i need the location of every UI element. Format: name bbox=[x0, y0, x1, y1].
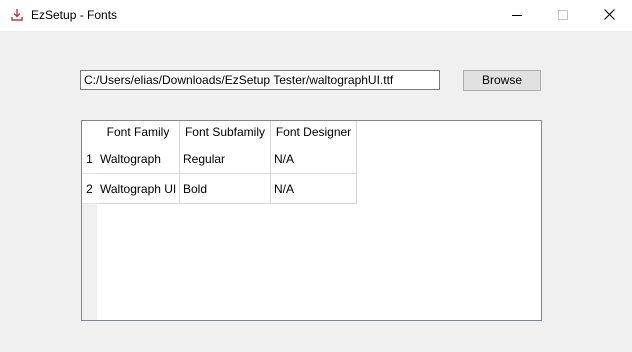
file-path-input[interactable]: C:/Users/elias/Downloads/EzSetup Tester/… bbox=[80, 70, 440, 90]
cell-font-family[interactable]: Waltograph bbox=[97, 144, 180, 174]
browse-button[interactable]: Browse bbox=[463, 70, 541, 91]
cell-font-designer[interactable]: N/A bbox=[271, 144, 357, 174]
maximize-icon bbox=[558, 9, 568, 23]
cell-font-family[interactable]: Waltograph UI bbox=[97, 174, 180, 204]
app-window: EzSetup - Fonts C:/Users/elias/Downloads… bbox=[0, 0, 632, 352]
minimize-icon bbox=[512, 9, 522, 23]
window-title: EzSetup - Fonts bbox=[31, 8, 118, 22]
column-header-font-designer[interactable]: Font Designer bbox=[271, 121, 357, 144]
column-header-font-subfamily[interactable]: Font Subfamily bbox=[180, 121, 271, 144]
cell-font-subfamily[interactable]: Bold bbox=[180, 174, 271, 204]
close-icon bbox=[603, 8, 615, 23]
row-number[interactable]: 2 bbox=[82, 174, 97, 204]
font-table[interactable]: Font Family Font Subfamily Font Designer… bbox=[81, 120, 542, 321]
maximize-button[interactable] bbox=[540, 0, 586, 31]
row-number[interactable]: 1 bbox=[82, 144, 97, 174]
cell-font-subfamily[interactable]: Regular bbox=[180, 144, 271, 174]
minimize-button[interactable] bbox=[494, 0, 540, 31]
download-arrow-icon bbox=[10, 8, 24, 22]
column-header-font-family[interactable]: Font Family bbox=[97, 121, 180, 144]
cell-font-designer[interactable]: N/A bbox=[271, 174, 357, 204]
title-bar[interactable]: EzSetup - Fonts bbox=[0, 0, 632, 31]
table-corner bbox=[82, 121, 97, 144]
close-button[interactable] bbox=[586, 0, 632, 31]
